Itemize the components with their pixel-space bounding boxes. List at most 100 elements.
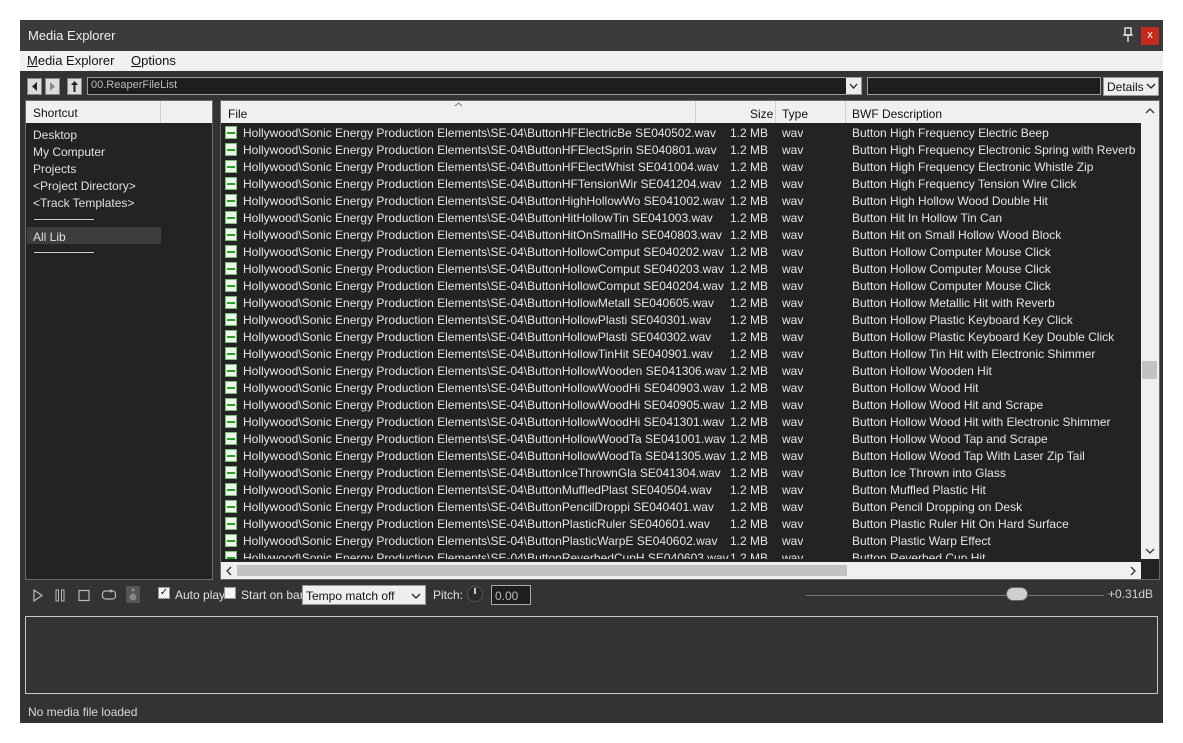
audio-file-icon bbox=[225, 296, 237, 309]
search-input[interactable] bbox=[867, 77, 1101, 95]
play-icon[interactable] bbox=[32, 589, 44, 602]
cell-type: wav bbox=[782, 398, 804, 412]
cell-file: Hollywood\Sonic Energy Production Elemen… bbox=[243, 262, 724, 276]
close-button[interactable]: x bbox=[1141, 27, 1159, 45]
menu-media-explorer[interactable]: Media Explorer bbox=[27, 53, 114, 68]
table-row[interactable]: Hollywood\Sonic Energy Production Elemen… bbox=[221, 311, 1141, 328]
audio-file-icon bbox=[225, 432, 237, 445]
scroll-down-icon[interactable] bbox=[1145, 547, 1155, 555]
table-row[interactable]: Hollywood\Sonic Energy Production Elemen… bbox=[221, 226, 1141, 243]
speaker-icon[interactable] bbox=[126, 586, 140, 603]
cell-type: wav bbox=[782, 160, 804, 174]
pin-icon[interactable] bbox=[1120, 27, 1136, 43]
audio-file-icon bbox=[225, 534, 237, 547]
parent-folder-button[interactable] bbox=[67, 78, 82, 95]
cell-desc: Button Hollow Computer Mouse Click bbox=[852, 245, 1051, 259]
shortcut-track-templates[interactable]: <Track Templates> bbox=[33, 196, 134, 210]
table-row[interactable]: Hollywood\Sonic Energy Production Elemen… bbox=[221, 175, 1141, 192]
table-row[interactable]: Hollywood\Sonic Energy Production Elemen… bbox=[221, 396, 1141, 413]
horizontal-scroll-thumb[interactable] bbox=[237, 565, 847, 576]
cell-size: 1.2 MB bbox=[730, 211, 769, 225]
scroll-left-icon[interactable] bbox=[225, 566, 233, 576]
path-combobox[interactable]: 00.ReaperFileList bbox=[87, 77, 862, 95]
tempo-match-select[interactable]: Tempo match off bbox=[302, 585, 426, 605]
table-row[interactable]: Hollywood\Sonic Energy Production Elemen… bbox=[221, 464, 1141, 481]
cell-type: wav bbox=[782, 466, 804, 480]
table-row[interactable]: Hollywood\Sonic Energy Production Elemen… bbox=[221, 498, 1141, 515]
table-row[interactable]: Hollywood\Sonic Energy Production Elemen… bbox=[221, 481, 1141, 498]
vertical-scrollbar[interactable] bbox=[1141, 101, 1159, 559]
shortcut-desktop[interactable]: Desktop bbox=[33, 128, 77, 142]
forward-arrow-icon bbox=[50, 82, 55, 91]
column-size[interactable]: Size bbox=[750, 107, 773, 121]
cell-file: Hollywood\Sonic Energy Production Elemen… bbox=[243, 398, 725, 412]
cell-size: 1.2 MB bbox=[730, 126, 769, 140]
waveform-preview[interactable] bbox=[25, 616, 1158, 694]
chevron-down-icon bbox=[411, 593, 421, 599]
shortcut-projects[interactable]: Projects bbox=[33, 162, 76, 176]
horizontal-scrollbar[interactable] bbox=[221, 562, 1141, 579]
scroll-up-icon[interactable] bbox=[1145, 107, 1155, 115]
cell-size: 1.2 MB bbox=[730, 483, 769, 497]
table-row[interactable]: Hollywood\Sonic Energy Production Elemen… bbox=[221, 549, 1141, 559]
cell-size: 1.2 MB bbox=[730, 534, 769, 548]
repeat-icon[interactable] bbox=[101, 588, 117, 602]
volume-slider-track[interactable] bbox=[806, 595, 1104, 596]
menu-options[interactable]: Options bbox=[131, 53, 176, 68]
table-row[interactable]: Hollywood\Sonic Energy Production Elemen… bbox=[221, 328, 1141, 345]
pause-icon[interactable] bbox=[54, 589, 66, 602]
shortcut-my-computer[interactable]: My Computer bbox=[33, 145, 105, 159]
cell-desc: Button Hollow Plastic Keyboard Key Doubl… bbox=[852, 330, 1115, 344]
cell-size: 1.2 MB bbox=[730, 432, 769, 446]
cell-desc: Button Muffled Plastic Hit bbox=[852, 483, 986, 497]
cell-size: 1.2 MB bbox=[730, 313, 769, 327]
table-row[interactable]: Hollywood\Sonic Energy Production Elemen… bbox=[221, 124, 1141, 141]
cell-file: Hollywood\Sonic Energy Production Elemen… bbox=[243, 449, 726, 463]
table-row[interactable]: Hollywood\Sonic Energy Production Elemen… bbox=[221, 158, 1141, 175]
path-dropdown-button[interactable] bbox=[846, 78, 861, 94]
tempo-match-value: Tempo match off bbox=[306, 589, 395, 603]
cell-type: wav bbox=[782, 177, 804, 191]
header-divider bbox=[695, 101, 696, 123]
audio-file-icon bbox=[225, 347, 237, 360]
table-row[interactable]: Hollywood\Sonic Energy Production Elemen… bbox=[221, 532, 1141, 549]
table-row[interactable]: Hollywood\Sonic Energy Production Elemen… bbox=[221, 260, 1141, 277]
volume-slider-thumb[interactable] bbox=[1006, 587, 1028, 601]
cell-type: wav bbox=[782, 500, 804, 514]
table-row[interactable]: Hollywood\Sonic Energy Production Elemen… bbox=[221, 430, 1141, 447]
table-row[interactable]: Hollywood\Sonic Energy Production Elemen… bbox=[221, 243, 1141, 260]
view-mode-select[interactable]: Details bbox=[1103, 77, 1159, 96]
cell-desc: Button Hollow Wood Tap With Laser Zip Ta… bbox=[852, 449, 1085, 463]
table-row[interactable]: Hollywood\Sonic Energy Production Elemen… bbox=[221, 294, 1141, 311]
stop-icon[interactable] bbox=[78, 589, 90, 602]
scroll-right-icon[interactable] bbox=[1129, 566, 1137, 576]
vertical-scroll-thumb[interactable] bbox=[1142, 361, 1157, 379]
table-row[interactable]: Hollywood\Sonic Energy Production Elemen… bbox=[221, 515, 1141, 532]
column-type[interactable]: Type bbox=[782, 107, 808, 121]
back-button[interactable] bbox=[27, 78, 42, 95]
start-on-bar-checkbox[interactable] bbox=[224, 587, 236, 599]
table-row[interactable]: Hollywood\Sonic Energy Production Elemen… bbox=[221, 413, 1141, 430]
table-row[interactable]: Hollywood\Sonic Energy Production Elemen… bbox=[221, 447, 1141, 464]
forward-button[interactable] bbox=[45, 78, 60, 95]
table-row[interactable]: Hollywood\Sonic Energy Production Elemen… bbox=[221, 209, 1141, 226]
table-row[interactable]: Hollywood\Sonic Energy Production Elemen… bbox=[221, 277, 1141, 294]
pitch-input[interactable]: 0.00 bbox=[491, 585, 531, 605]
shortcut-header[interactable]: Shortcut bbox=[26, 101, 212, 123]
table-row[interactable]: Hollywood\Sonic Energy Production Elemen… bbox=[221, 362, 1141, 379]
cell-desc: Button Pencil Dropping on Desk bbox=[852, 500, 1023, 514]
shortcut-project-directory[interactable]: <Project Directory> bbox=[33, 179, 136, 193]
column-file[interactable]: File bbox=[228, 107, 247, 121]
table-row[interactable]: Hollywood\Sonic Energy Production Elemen… bbox=[221, 141, 1141, 158]
autoplay-checkbox[interactable]: ✓ bbox=[158, 587, 170, 599]
cell-file: Hollywood\Sonic Energy Production Elemen… bbox=[243, 551, 729, 559]
shortcut-all-lib[interactable]: All Lib bbox=[33, 230, 66, 244]
cell-desc: Button Plastic Warp Effect bbox=[852, 534, 991, 548]
shortcut-separator bbox=[34, 252, 94, 253]
table-row[interactable]: Hollywood\Sonic Energy Production Elemen… bbox=[221, 192, 1141, 209]
column-bwf-description[interactable]: BWF Description bbox=[852, 107, 942, 121]
table-row[interactable]: Hollywood\Sonic Energy Production Elemen… bbox=[221, 345, 1141, 362]
audio-file-icon bbox=[225, 211, 237, 224]
pitch-knob[interactable] bbox=[467, 586, 483, 602]
table-row[interactable]: Hollywood\Sonic Energy Production Elemen… bbox=[221, 379, 1141, 396]
